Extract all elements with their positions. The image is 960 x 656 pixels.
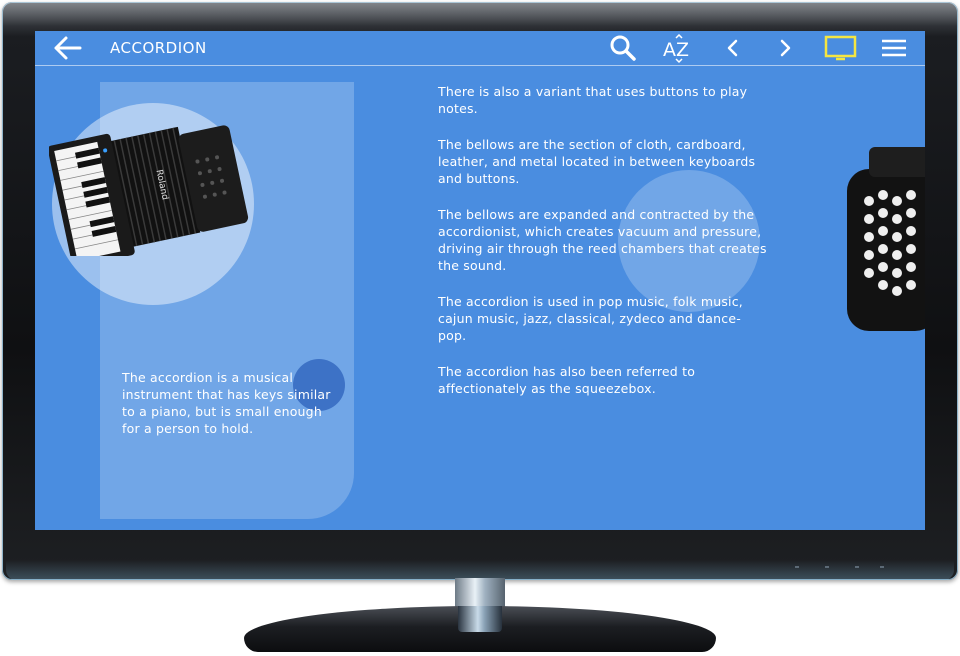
fact-item: The accordion is used in pop music, folk… bbox=[438, 294, 743, 343]
page-title: ACCORDION bbox=[110, 39, 207, 57]
piano-accordion-image: Roland bbox=[49, 125, 249, 256]
sort-az-label: AZ bbox=[663, 39, 689, 61]
monitor-button bbox=[880, 566, 884, 568]
chevron-left-icon bbox=[727, 39, 738, 57]
next-button[interactable] bbox=[775, 34, 795, 62]
fact-item: The bellows are the section of cloth, ca… bbox=[438, 137, 756, 186]
arrow-left-icon bbox=[54, 36, 82, 60]
search-button[interactable] bbox=[609, 34, 637, 62]
hamburger-menu-icon bbox=[882, 39, 906, 57]
search-icon bbox=[610, 35, 636, 61]
facts-list: There is also a variant that uses button… bbox=[438, 83, 768, 416]
bezel-reflection bbox=[2, 2, 958, 26]
fact-item: There is also a variant that uses button… bbox=[438, 84, 748, 116]
sort-az-button[interactable]: AZ bbox=[661, 34, 695, 64]
monitor-button bbox=[825, 566, 829, 568]
menu-button[interactable] bbox=[880, 34, 908, 62]
back-button[interactable] bbox=[53, 35, 83, 61]
button-accordion-image bbox=[847, 147, 925, 331]
display-button[interactable] bbox=[824, 34, 858, 62]
monitor-stand-neck bbox=[458, 606, 502, 632]
app-screen: ACCORDION AZ Roland The accordion is a m… bbox=[35, 31, 925, 530]
chevron-right-icon bbox=[780, 39, 791, 57]
intro-text: The accordion is a musical instrument th… bbox=[122, 370, 331, 436]
monitor-icon bbox=[824, 35, 857, 61]
top-bar: ACCORDION AZ bbox=[35, 31, 925, 66]
monitor-button bbox=[855, 566, 859, 568]
fact-item: The accordion has also been referred to … bbox=[438, 364, 696, 396]
monitor-button bbox=[795, 566, 799, 568]
previous-button[interactable] bbox=[723, 34, 743, 62]
sort-az-icon: AZ bbox=[663, 34, 689, 64]
bezel-bottom-glow bbox=[6, 560, 954, 580]
fact-item: The bellows are expanded and contracted … bbox=[438, 207, 767, 273]
